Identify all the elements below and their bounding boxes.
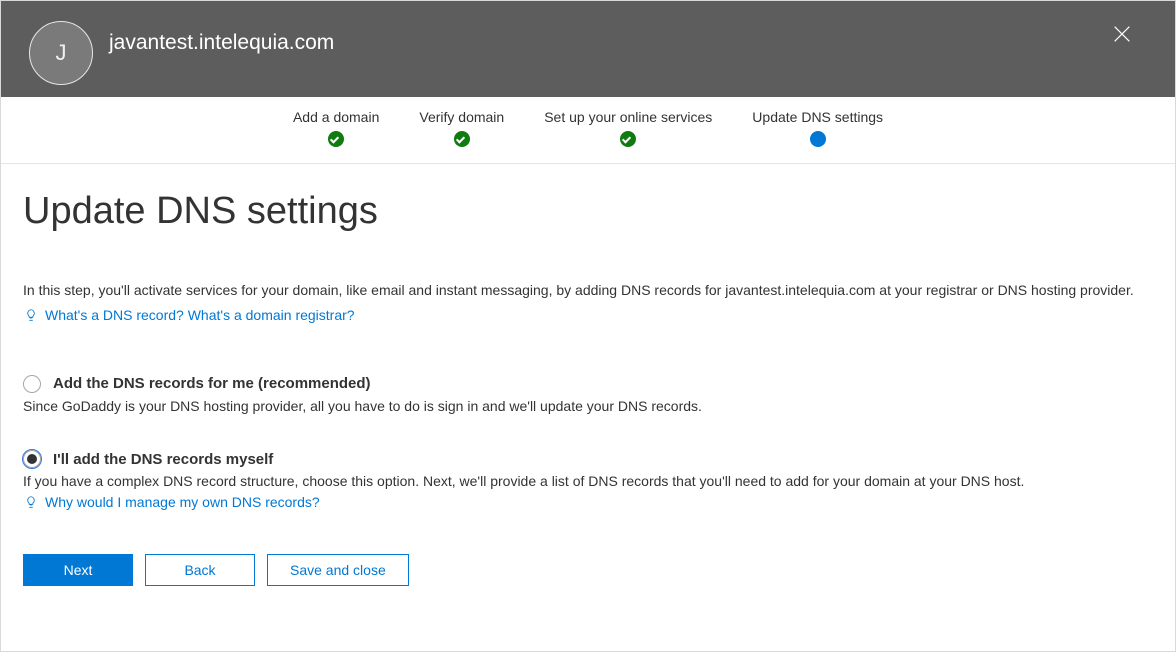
check-icon	[454, 131, 470, 147]
intro-text: In this step, you'll activate services f…	[23, 281, 1153, 301]
current-step-icon	[810, 131, 826, 147]
option-label: Add the DNS records for me (recommended)	[53, 375, 371, 392]
option-auto-dns: Add the DNS records for me (recommended)…	[23, 375, 1153, 417]
check-icon	[328, 131, 344, 147]
step-update-dns[interactable]: Update DNS settings	[752, 109, 883, 147]
option-manual-dns: I'll add the DNS records myself If you h…	[23, 450, 1153, 510]
step-verify-domain[interactable]: Verify domain	[419, 109, 504, 147]
step-label: Add a domain	[293, 109, 379, 125]
step-label: Update DNS settings	[752, 109, 883, 125]
close-icon	[1111, 32, 1133, 49]
step-label: Verify domain	[419, 109, 504, 125]
close-button[interactable]	[1111, 23, 1139, 51]
option-desc: If you have a complex DNS record structu…	[23, 472, 1153, 492]
main-content: Update DNS settings In this step, you'll…	[1, 164, 1175, 586]
radio-manual-dns[interactable]	[23, 450, 41, 468]
avatar-initial: J	[56, 40, 67, 66]
page-title: Update DNS settings	[23, 190, 1153, 233]
avatar[interactable]: J	[29, 21, 93, 85]
option-label: I'll add the DNS records myself	[53, 451, 273, 468]
back-button[interactable]: Back	[145, 554, 255, 586]
lightbulb-icon	[23, 307, 39, 323]
header-band: J javantest.intelequia.com	[1, 1, 1175, 97]
button-row: Next Back Save and close	[23, 554, 1153, 586]
step-add-domain[interactable]: Add a domain	[293, 109, 379, 147]
help-link-dns-record[interactable]: What's a DNS record? What's a domain reg…	[45, 307, 355, 323]
check-icon	[620, 131, 636, 147]
next-button[interactable]: Next	[23, 554, 133, 586]
step-setup-services[interactable]: Set up your online services	[544, 109, 712, 147]
step-label: Set up your online services	[544, 109, 712, 125]
help-link-manage-own[interactable]: Why would I manage my own DNS records?	[45, 494, 320, 510]
dns-option-group: Add the DNS records for me (recommended)…	[23, 375, 1153, 510]
wizard-steps: Add a domain Verify domain Set up your o…	[1, 97, 1175, 164]
domain-name: javantest.intelequia.com	[109, 31, 334, 55]
option-desc: Since GoDaddy is your DNS hosting provid…	[23, 397, 1153, 417]
radio-auto-dns[interactable]	[23, 375, 41, 393]
lightbulb-icon	[23, 494, 39, 510]
save-close-button[interactable]: Save and close	[267, 554, 409, 586]
